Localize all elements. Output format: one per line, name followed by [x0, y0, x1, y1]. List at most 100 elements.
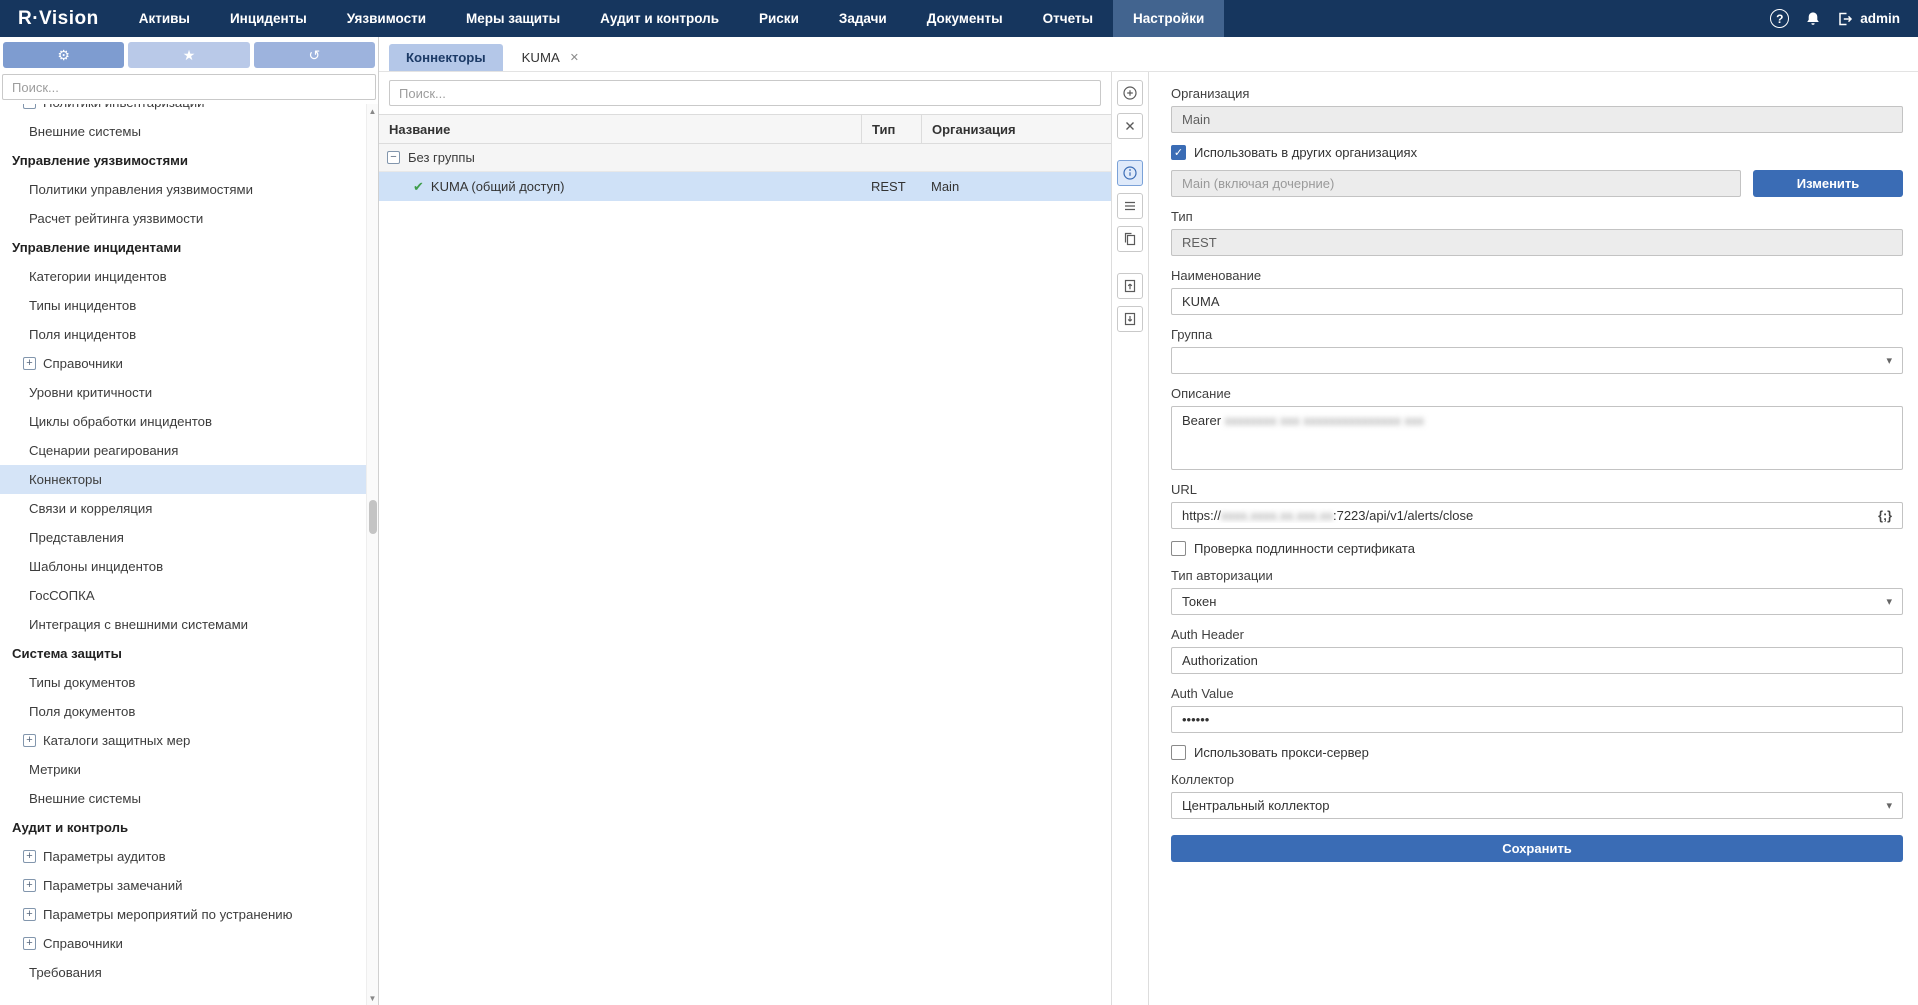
user-menu[interactable]: admin	[1837, 11, 1900, 27]
tree-section-header: Аудит и контроль	[0, 813, 378, 842]
column-header[interactable]: Тип	[861, 115, 921, 143]
tree-item[interactable]: Уровни критичности	[0, 378, 378, 407]
save-button[interactable]: Сохранить	[1171, 835, 1903, 862]
auth-header-input[interactable]	[1171, 647, 1903, 674]
details-button[interactable]	[1117, 193, 1143, 219]
tab-close-icon[interactable]: ✕	[570, 51, 579, 64]
tree-item[interactable]: Связи и корреляция	[0, 494, 378, 523]
tree-item[interactable]: Политики управления уязвимостями	[0, 175, 378, 204]
table-row[interactable]: ✔KUMA (общий доступ)RESTMain	[379, 172, 1111, 201]
nav-item[interactable]: Настройки	[1113, 0, 1224, 37]
auth-type-value: Токен	[1182, 594, 1216, 609]
use-in-orgs-checkbox-row[interactable]: ✓ Использовать в других организациях	[1171, 145, 1903, 160]
tab-коннекторы[interactable]: Коннекторы	[389, 44, 503, 71]
collector-value: Центральный коллектор	[1182, 798, 1329, 813]
tree-item[interactable]: Представления	[0, 523, 378, 552]
column-header[interactable]: Название	[379, 115, 861, 143]
tree-item-label: Внешние системы	[29, 124, 141, 139]
scroll-down-icon[interactable]: ▼	[369, 991, 377, 1005]
info-button[interactable]	[1117, 160, 1143, 186]
description-textarea[interactable]: Bearer xxxxxxxx xxx xxxxxxxxxxxxxxx xxx	[1171, 406, 1903, 470]
tree-item[interactable]: Метрики	[0, 755, 378, 784]
auth-type-select[interactable]: Токен ▾	[1171, 588, 1903, 615]
tree-item[interactable]: Сценарии реагирования	[0, 436, 378, 465]
expand-icon[interactable]: +	[23, 734, 36, 747]
nav-item[interactable]: Уязвимости	[327, 0, 446, 37]
tree-item[interactable]: Типы документов	[0, 668, 378, 697]
close-button[interactable]	[1117, 113, 1143, 139]
expand-icon[interactable]: +	[23, 937, 36, 950]
topnav: R·Vision АктивыИнцидентыУязвимостиМеры з…	[0, 0, 1918, 37]
tree-item[interactable]: ГосСОПКА	[0, 581, 378, 610]
add-button[interactable]	[1117, 80, 1143, 106]
sidebar-tab-favorites[interactable]: ★	[128, 42, 249, 68]
tree-item[interactable]: +Параметры мероприятий по устранению	[0, 900, 378, 929]
tree-item[interactable]: Поля документов	[0, 697, 378, 726]
tree-item[interactable]: +Справочники	[0, 929, 378, 958]
nav-item[interactable]: Отчеты	[1023, 0, 1113, 37]
tree-item[interactable]: Категории инцидентов	[0, 262, 378, 291]
tree-item[interactable]: Расчет рейтинга уязвимости	[0, 204, 378, 233]
tree-item[interactable]: Поля инцидентов	[0, 320, 378, 349]
proxy-checkbox-row[interactable]: Использовать прокси-сервер	[1171, 745, 1903, 760]
app-logo[interactable]: R·Vision	[0, 0, 119, 37]
sidebar-tab-settings[interactable]: ⚙	[3, 42, 124, 68]
sidebar-tab-history[interactable]: ↺	[254, 42, 375, 68]
group-row[interactable]: −Без группы	[379, 144, 1111, 172]
export-button[interactable]	[1117, 273, 1143, 299]
name-input[interactable]	[1171, 288, 1903, 315]
tab-kuma[interactable]: KUMA✕	[505, 44, 596, 71]
tree-item[interactable]: Типы инцидентов	[0, 291, 378, 320]
scroll-up-icon[interactable]: ▲	[369, 104, 377, 118]
nav-item[interactable]: Инциденты	[210, 0, 327, 37]
auth-value-input[interactable]	[1171, 706, 1903, 733]
tree-item-label: Управление уязвимостями	[12, 153, 188, 168]
notifications-bell-icon[interactable]	[1805, 11, 1821, 27]
expand-icon[interactable]: +	[23, 879, 36, 892]
auth-value-label: Auth Value	[1171, 686, 1903, 701]
checkbox-icon[interactable]: ✓	[1171, 145, 1186, 160]
collector-select[interactable]: Центральный коллектор ▾	[1171, 792, 1903, 819]
connectors-search-input[interactable]	[389, 80, 1101, 106]
tree-item[interactable]: +Параметры замечаний	[0, 871, 378, 900]
tree-item-label: Поля документов	[29, 704, 135, 719]
checkbox-icon[interactable]	[1171, 541, 1186, 556]
checkbox-icon[interactable]	[1171, 745, 1186, 760]
nav-item[interactable]: Риски	[739, 0, 819, 37]
nav-item[interactable]: Документы	[907, 0, 1023, 37]
help-icon[interactable]: ?	[1770, 9, 1789, 28]
change-org-button[interactable]: Изменить	[1753, 170, 1903, 197]
nav-item[interactable]: Аудит и контроль	[580, 0, 739, 37]
expand-icon[interactable]: +	[23, 104, 36, 109]
tree-item[interactable]: Интеграция с внешними системами	[0, 610, 378, 639]
tree-item[interactable]: Шаблоны инцидентов	[0, 552, 378, 581]
tree-item[interactable]: +Параметры аудитов	[0, 842, 378, 871]
collapse-icon[interactable]: −	[387, 151, 400, 164]
sidebar-search-input[interactable]	[2, 74, 376, 100]
nav-item[interactable]: Активы	[119, 0, 210, 37]
tree-item[interactable]: +Каталоги защитных мер	[0, 726, 378, 755]
expand-icon[interactable]: +	[23, 850, 36, 863]
url-input[interactable]: https://xxxx.xxxx.xx.xxx.xx:7223/api/v1/…	[1171, 502, 1903, 529]
tree-item[interactable]: Требования	[0, 958, 378, 987]
tree-item[interactable]: +Справочники	[0, 349, 378, 378]
tree-item[interactable]: Коннекторы	[0, 465, 378, 494]
column-header[interactable]: Организация	[921, 115, 1111, 143]
group-select[interactable]: ▾	[1171, 347, 1903, 374]
nav-item[interactable]: Меры защиты	[446, 0, 580, 37]
tree-item[interactable]: Внешние системы	[0, 117, 378, 146]
tree-item-label: Политики управления уязвимостями	[29, 182, 253, 197]
tree-item[interactable]: Циклы обработки инцидентов	[0, 407, 378, 436]
cert-check-checkbox-row[interactable]: Проверка подлинности сертификата	[1171, 541, 1903, 556]
nav-item[interactable]: Задачи	[819, 0, 907, 37]
expand-icon[interactable]: +	[23, 908, 36, 921]
tree-item[interactable]: Внешние системы	[0, 784, 378, 813]
tab-bar: КоннекторыKUMA✕	[379, 37, 1918, 72]
insert-variables-button[interactable]: {;}	[1878, 509, 1892, 523]
tree-item[interactable]: +Политики инвентаризации	[0, 104, 378, 117]
import-button[interactable]	[1117, 306, 1143, 332]
sidebar-scrollbar[interactable]: ▲ ▼	[366, 104, 378, 1005]
scrollbar-thumb[interactable]	[369, 500, 377, 534]
copy-button[interactable]	[1117, 226, 1143, 252]
expand-icon[interactable]: +	[23, 357, 36, 370]
